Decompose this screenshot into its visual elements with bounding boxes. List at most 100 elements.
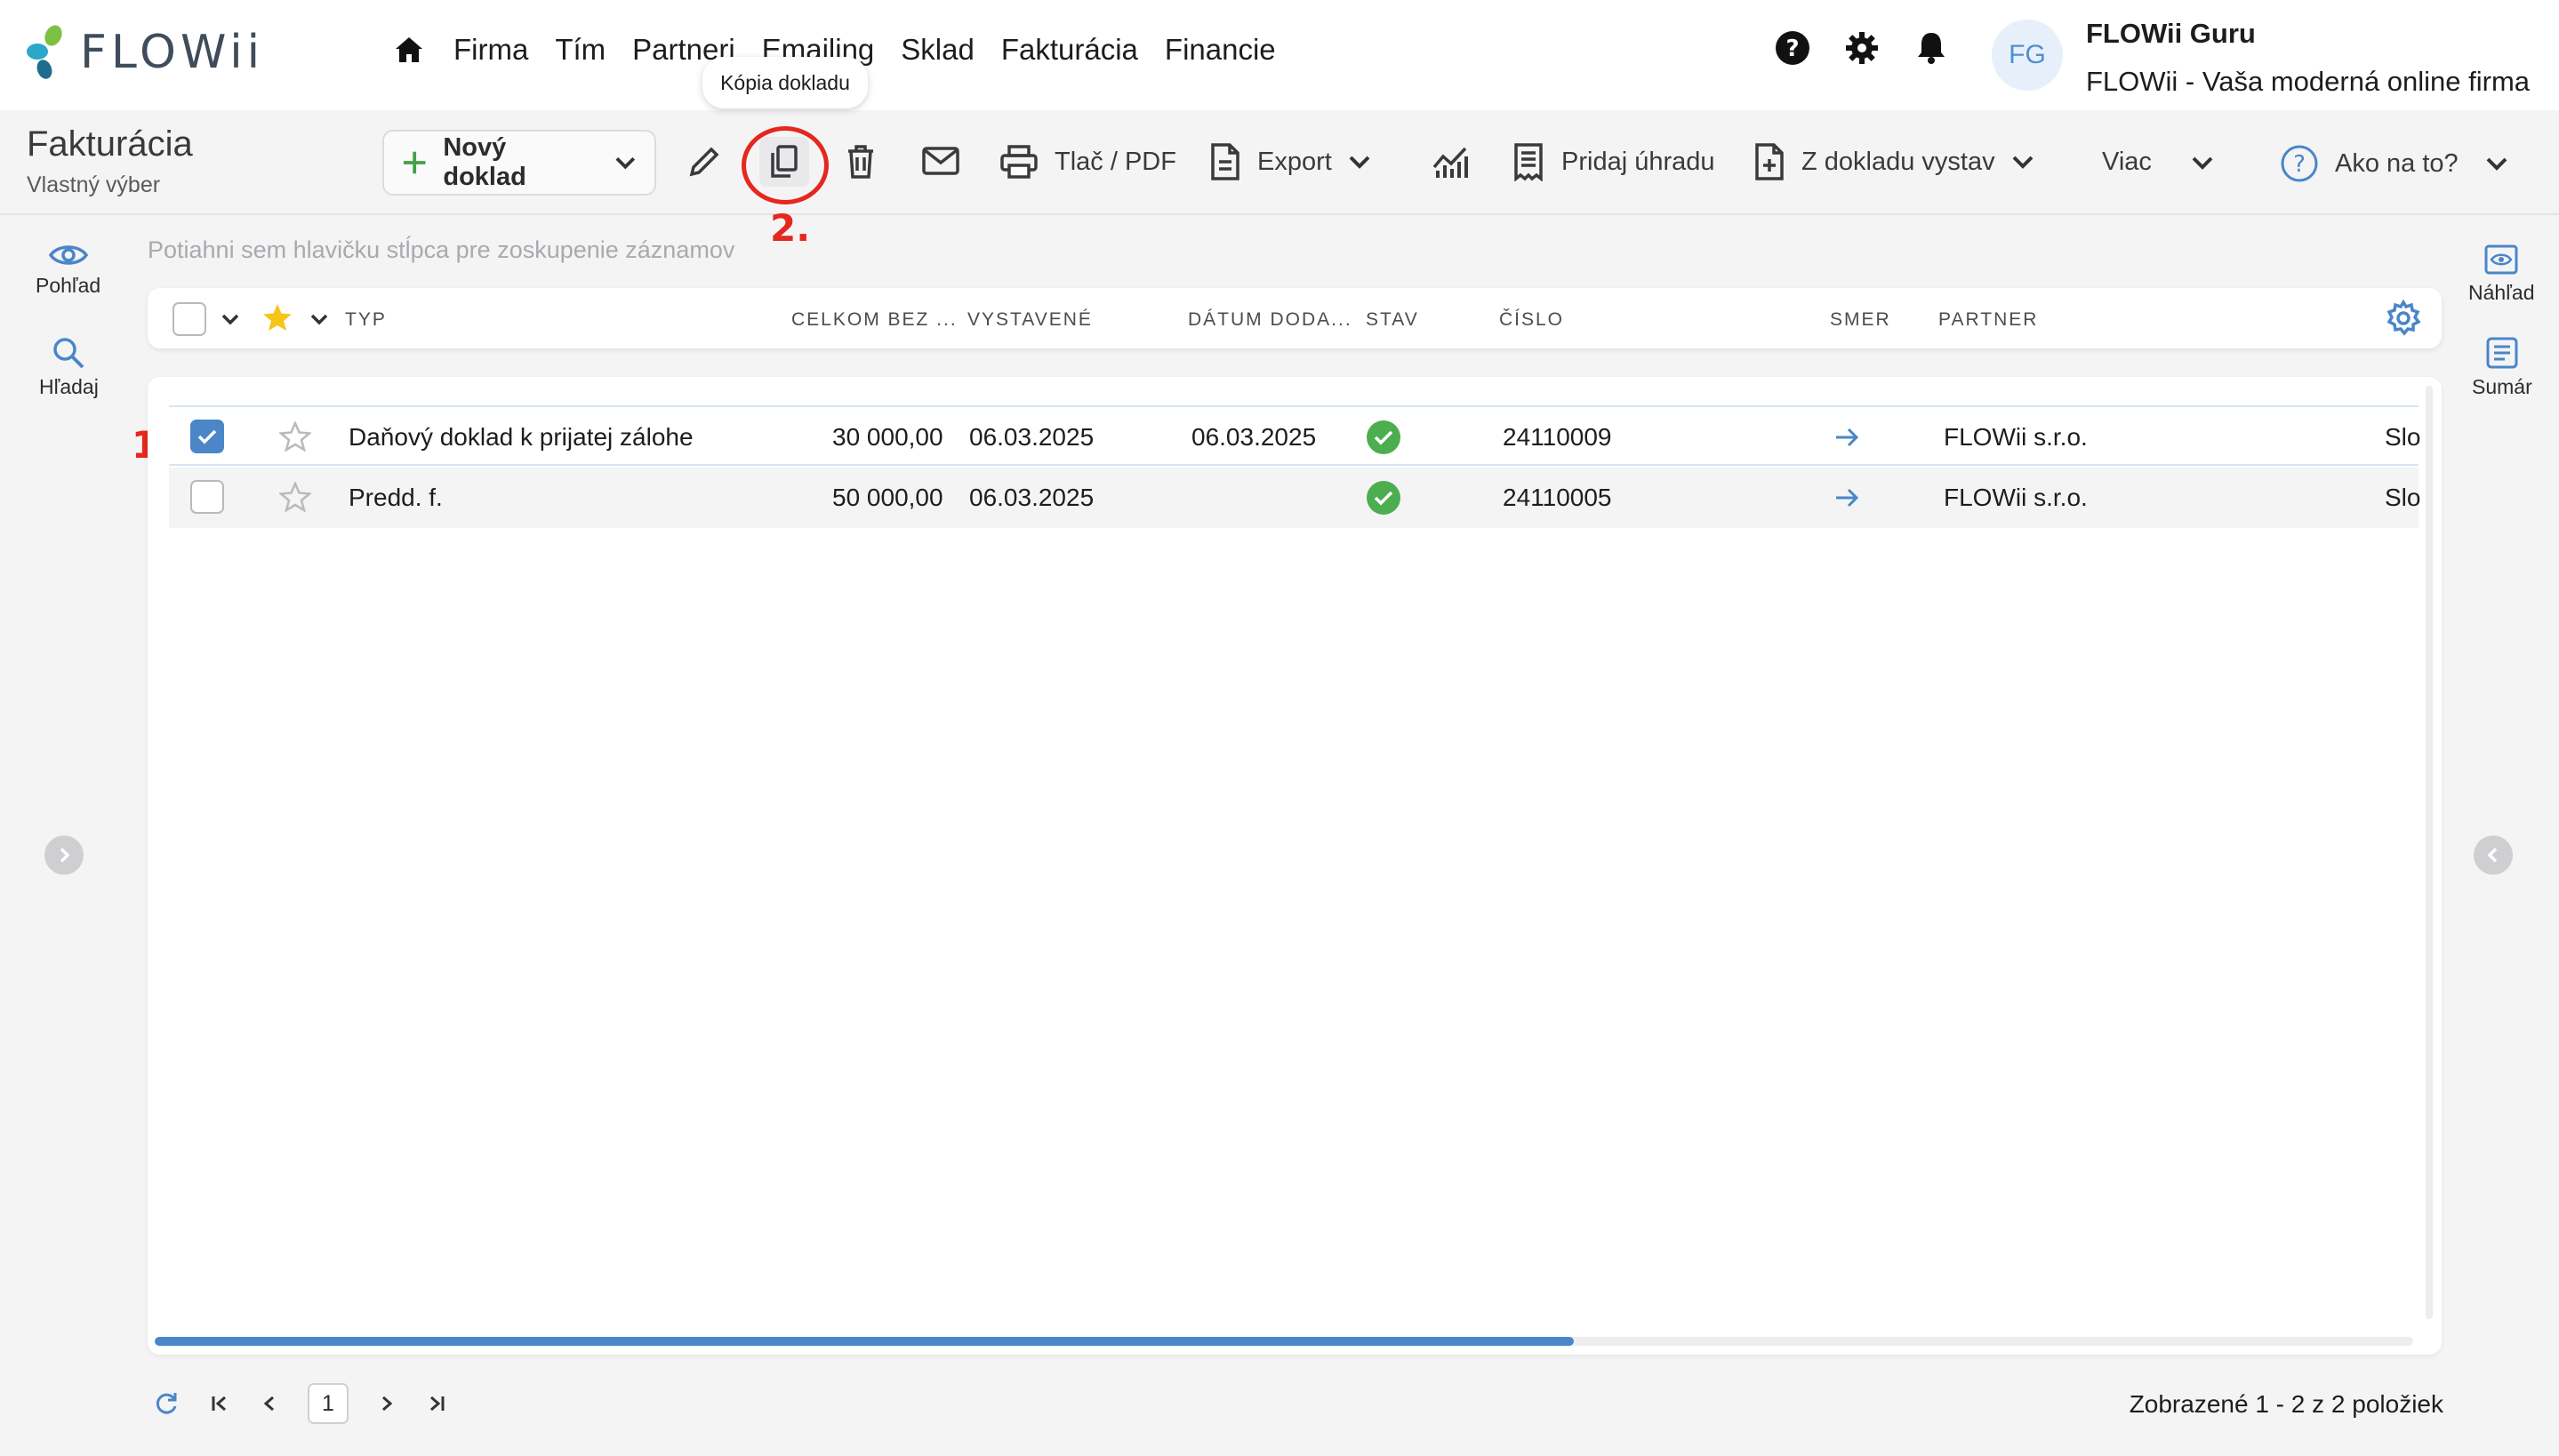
- arrow-right-icon: [1836, 428, 1859, 447]
- document-plus-icon: [1755, 143, 1784, 180]
- more-label: Viac: [2102, 148, 2152, 176]
- horizontal-scrollbar[interactable]: [155, 1337, 2413, 1346]
- statistics-button[interactable]: [1432, 144, 1469, 180]
- home-icon[interactable]: [391, 32, 427, 68]
- status-ok-icon: [1367, 481, 1400, 515]
- cell-type: Daňový doklad k prijatej zálohe: [349, 423, 694, 451]
- table-row[interactable]: Daňový doklad k prijatej zálohe 30 000,0…: [169, 405, 2420, 466]
- page-subtitle[interactable]: Vlastný výber: [27, 172, 160, 198]
- first-page-icon[interactable]: [210, 1394, 231, 1413]
- summary-icon: [2486, 337, 2518, 369]
- toolbar: Fakturácia Vlastný výber Nový doklad Tla…: [0, 110, 2559, 215]
- star-outline-icon[interactable]: [279, 421, 311, 452]
- delete-button[interactable]: [845, 144, 877, 180]
- next-page-icon[interactable]: [379, 1394, 395, 1413]
- how-to-button[interactable]: ? Ako na to?: [2280, 144, 2508, 183]
- trash-icon: [848, 145, 873, 179]
- row-checkbox[interactable]: [190, 480, 224, 514]
- previous-page-icon[interactable]: [261, 1394, 277, 1413]
- flowii-logo-mark: [27, 25, 62, 79]
- mail-icon: [922, 147, 959, 175]
- avatar[interactable]: FG: [1992, 20, 2063, 91]
- expand-left-panel-button[interactable]: [44, 836, 84, 875]
- brand-name: FLOWii: [80, 26, 265, 79]
- column-header-delivery-date[interactable]: DÁTUM DODA...: [1188, 309, 1352, 331]
- callout-number-two: 2.: [770, 206, 811, 250]
- from-document-button[interactable]: Z dokladu vystav: [1753, 142, 2034, 181]
- export-label: Export: [1257, 147, 1332, 176]
- search-icon: [53, 338, 84, 369]
- printer-icon: [1000, 145, 1038, 179]
- chevron-down-icon[interactable]: [614, 155, 637, 171]
- cell-partner: FLOWii s.r.o.: [1944, 484, 2088, 511]
- bell-icon[interactable]: [1913, 30, 1949, 66]
- how-to-label: Ako na to?: [2335, 148, 2459, 178]
- preview-icon: [2484, 244, 2518, 275]
- select-all-checkbox[interactable]: [172, 302, 206, 336]
- view-panel-button[interactable]: Pohľad: [36, 242, 100, 298]
- vertical-scrollbar[interactable]: [2426, 386, 2433, 1319]
- horizontal-scrollbar-thumb[interactable]: [155, 1337, 1574, 1346]
- star-filled-icon[interactable]: [261, 302, 293, 332]
- column-header-issued[interactable]: VYSTAVENÉ: [967, 309, 1093, 331]
- grid-body: Daňový doklad k prijatej zálohe 30 000,0…: [148, 377, 2442, 1355]
- column-header-status[interactable]: STAV: [1366, 309, 1419, 331]
- question-circle-icon: ?: [2281, 145, 2318, 182]
- edit-button[interactable]: [686, 144, 722, 180]
- refresh-icon[interactable]: [153, 1390, 180, 1417]
- nav-item-firma[interactable]: Firma: [453, 33, 528, 67]
- status-ok-icon: [1367, 420, 1400, 454]
- preview-panel-label: Náhľad: [2468, 281, 2535, 304]
- cell-type: Predd. f.: [349, 484, 443, 511]
- checkmark-icon: [197, 429, 217, 444]
- chevron-left-icon: [2487, 847, 2498, 863]
- search-panel-button[interactable]: Hľadaj: [39, 336, 99, 399]
- help-icon[interactable]: ?: [1775, 30, 1810, 66]
- nav-item-financie[interactable]: Financie: [1165, 33, 1276, 67]
- user-name: FLOWii Guru: [2086, 18, 2256, 49]
- column-header-number[interactable]: ČÍSLO: [1499, 309, 1564, 331]
- cell-partner: FLOWii s.r.o.: [1944, 423, 2088, 451]
- chevron-down-icon: [2192, 156, 2213, 170]
- print-pdf-button[interactable]: Tlač / PDF: [999, 144, 1176, 180]
- svg-text:?: ?: [1785, 36, 1799, 62]
- nav-item-tim[interactable]: Tím: [555, 33, 606, 67]
- table-row[interactable]: Predd. f. 50 000,00 06.03.2025 24110005 …: [169, 468, 2420, 528]
- print-pdf-label: Tlač / PDF: [1055, 147, 1176, 176]
- add-payment-button[interactable]: Pridaj úhradu: [1512, 142, 1715, 181]
- new-document-label: Nový doklad: [443, 133, 526, 191]
- gear-icon[interactable]: [1844, 30, 1880, 66]
- chevron-down-icon[interactable]: [221, 313, 240, 325]
- new-document-button[interactable]: Nový doklad: [382, 130, 656, 196]
- column-header-partner[interactable]: PARTNER: [1938, 309, 2038, 331]
- summary-panel-label: Sumár: [2472, 375, 2532, 398]
- preview-panel-button[interactable]: Náhľad: [2468, 244, 2534, 305]
- more-button[interactable]: Viac: [2102, 148, 2214, 177]
- column-header-direction[interactable]: SMER: [1830, 309, 1891, 331]
- column-settings-gear-icon[interactable]: [2385, 300, 2422, 337]
- pager: 1: [153, 1383, 446, 1424]
- user-info[interactable]: FLOWii Guru FLOWii - Vaša moderná online…: [2086, 18, 2530, 98]
- chevron-right-icon: [60, 847, 70, 863]
- email-button[interactable]: [921, 146, 960, 176]
- items-count: Zobrazené 1 - 2 z 2 položiek: [2129, 1390, 2443, 1418]
- callout-circle-copy: [742, 126, 829, 204]
- group-by-drop-zone[interactable]: Potiahni sem hlavičku stĺpca pre zoskupe…: [148, 236, 734, 264]
- flowii-logo[interactable]: FLOWii: [25, 25, 264, 80]
- column-header-type[interactable]: TYP: [345, 309, 387, 331]
- nav-item-sklad[interactable]: Sklad: [901, 33, 975, 67]
- column-header-total[interactable]: CELKOM BEZ ...: [791, 309, 958, 331]
- search-panel-label: Hľadaj: [39, 375, 99, 398]
- summary-panel-button[interactable]: Sumár: [2472, 336, 2532, 399]
- chevron-down-icon[interactable]: [309, 313, 329, 325]
- star-outline-icon[interactable]: [279, 482, 311, 512]
- nav-item-fakturacia[interactable]: Fakturácia: [1001, 33, 1138, 67]
- current-page[interactable]: 1: [308, 1383, 349, 1424]
- collapse-right-panel-button[interactable]: [2474, 836, 2513, 875]
- chevron-down-icon: [2012, 156, 2034, 169]
- row-checkbox[interactable]: [190, 420, 224, 453]
- last-page-icon[interactable]: [425, 1394, 446, 1413]
- cell-total: 30 000,00: [832, 423, 943, 451]
- cell-issued: 06.03.2025: [969, 423, 1095, 451]
- export-button[interactable]: Export: [1209, 142, 1371, 181]
